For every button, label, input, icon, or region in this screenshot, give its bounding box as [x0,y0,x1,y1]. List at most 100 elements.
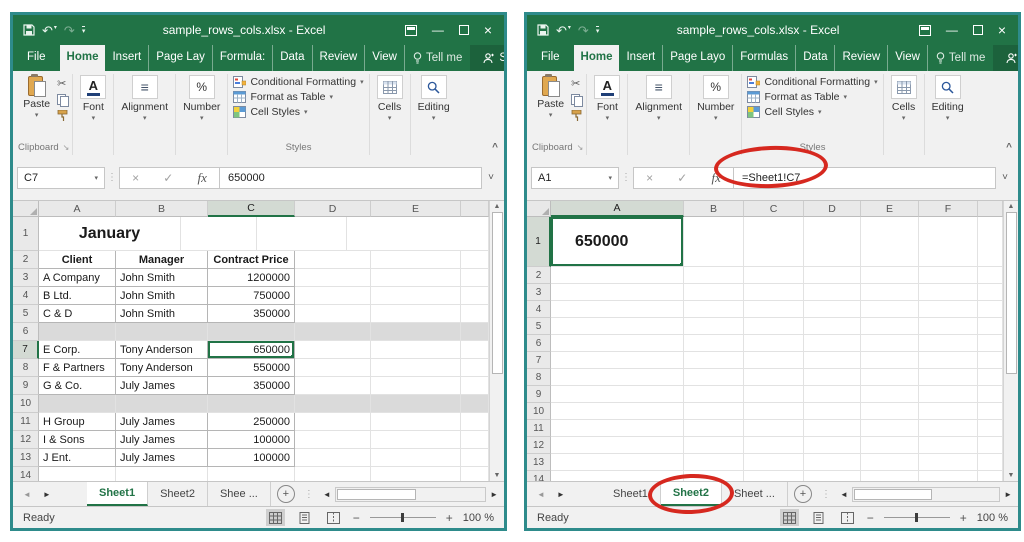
tab-data[interactable]: Data [796,45,835,71]
cell-A8[interactable] [551,369,684,386]
cell-D8[interactable] [804,369,861,386]
horizontal-scroll-thumb[interactable] [337,489,417,500]
cancel-icon[interactable]: × [132,171,139,185]
row-header-2[interactable]: 2 [13,251,39,269]
cell-C13[interactable] [744,454,804,471]
column-header-B[interactable]: B [684,201,744,217]
cell-A7[interactable] [551,352,684,369]
cell-E1[interactable] [861,217,919,267]
sheet-bar-splitter[interactable]: ⋮ [818,482,834,506]
sheet-nav-forward-icon[interactable]: ► [557,490,565,499]
cell-B11[interactable]: July James [116,413,208,431]
vertical-scrollbar[interactable]: ▲ ▼ [489,201,504,481]
redo-icon[interactable]: ↷ [578,24,589,37]
cell-A8[interactable]: F & Partners [39,359,116,377]
row-header-13[interactable]: 13 [13,449,39,467]
cell-E2[interactable] [861,267,919,284]
cell-C1[interactable] [744,217,804,267]
cell-E8[interactable] [371,359,461,377]
cell-D5[interactable] [295,305,371,323]
row-header-2[interactable]: 2 [527,267,551,284]
cell-B5[interactable]: John Smith [116,305,208,323]
cell-C4[interactable]: 750000 [208,287,295,305]
cell-E3[interactable] [861,284,919,301]
cell-E5[interactable] [371,305,461,323]
cell-A9[interactable] [551,386,684,403]
cell-A13[interactable]: J Ent. [39,449,116,467]
cell-C7[interactable] [744,352,804,369]
page-layout-view-icon[interactable] [809,509,828,526]
cell-F11[interactable] [919,420,978,437]
cell-C8[interactable]: 550000 [208,359,295,377]
cell-F10[interactable] [919,403,978,420]
tell-me[interactable]: Tell me [928,45,993,71]
page-layout-view-icon[interactable] [295,509,314,526]
scroll-up-icon[interactable]: ▲ [1008,203,1015,210]
row-header-4[interactable]: 4 [527,301,551,318]
cell-E9[interactable] [861,386,919,403]
dialog-launcher-icon[interactable]: ↘ [63,143,70,152]
cell-A2[interactable] [551,267,684,284]
cell-A11[interactable]: H Group [39,413,116,431]
cell-C3[interactable] [744,284,804,301]
cell-D9[interactable] [804,386,861,403]
cell-E5[interactable] [861,318,919,335]
cell-B14[interactable] [116,467,208,481]
sheet-nav-forward-icon[interactable]: ► [43,490,51,499]
row-header-9[interactable]: 9 [527,386,551,403]
cell-B10[interactable] [116,395,208,413]
insert-function-icon[interactable]: fx [198,170,207,186]
cell-B9[interactable] [684,386,744,403]
share-button[interactable]: Share [470,45,507,71]
cell-C8[interactable] [744,369,804,386]
zoom-level[interactable]: 100 % [463,512,494,524]
cell-C5[interactable] [744,318,804,335]
cell-B2[interactable] [684,267,744,284]
cell-C9[interactable]: 350000 [208,377,295,395]
cell-B8[interactable] [684,369,744,386]
cell-A11[interactable] [551,420,684,437]
paste-button[interactable]: Paste ▾ [533,74,568,121]
cell-F5[interactable] [919,318,978,335]
cell-E10[interactable] [371,395,461,413]
redo-icon[interactable]: ↷ [64,24,75,37]
horizontal-scroll-thumb[interactable] [854,489,932,500]
expand-formula-bar-icon[interactable]: ˅ [996,172,1014,183]
cell-D13[interactable] [804,454,861,471]
zoom-slider[interactable] [884,517,950,518]
cell-B12[interactable]: July James [116,431,208,449]
new-sheet-button[interactable]: + [277,485,295,503]
cell-C12[interactable] [744,437,804,454]
name-box[interactable]: C7 ▾ [17,167,105,189]
undo-icon[interactable]: ↶▾ [556,24,571,37]
scroll-up-icon[interactable]: ▲ [494,203,501,210]
minimize-button[interactable]: — [432,24,444,36]
maximize-button[interactable] [973,25,983,35]
conditional-formatting-button[interactable]: Conditional Formatting▾ [745,74,879,89]
cell-D12[interactable] [295,431,371,449]
cancel-icon[interactable]: × [646,171,653,185]
cell-F1[interactable] [919,217,978,267]
row-header-7[interactable]: 7 [13,341,39,359]
sheet-tab-3[interactable]: Shee ... [208,482,271,506]
cell-E14[interactable] [861,471,919,481]
cell-C10[interactable] [208,395,295,413]
cell-D5[interactable] [804,318,861,335]
tab-data[interactable]: Data [273,45,312,71]
cell-C10[interactable] [744,403,804,420]
formula-input[interactable]: 650000 [219,167,482,189]
cell-A4[interactable] [551,301,684,318]
editing-group-button[interactable]: Editing ▾ [928,74,968,123]
row-header-14[interactable]: 14 [13,467,39,481]
cell-C3[interactable]: 1200000 [208,269,295,287]
cell-D3[interactable] [804,284,861,301]
cell-B4[interactable]: John Smith [116,287,208,305]
page-break-preview-icon[interactable] [324,509,343,526]
cell-D4[interactable] [295,287,371,305]
minimize-button[interactable]: — [946,24,958,36]
cell-E6[interactable] [861,335,919,352]
cell-E13[interactable] [861,454,919,471]
cell-E12[interactable] [861,437,919,454]
cell-C12[interactable]: 100000 [208,431,295,449]
cell-styles-button[interactable]: Cell Styles▾ [231,104,309,119]
